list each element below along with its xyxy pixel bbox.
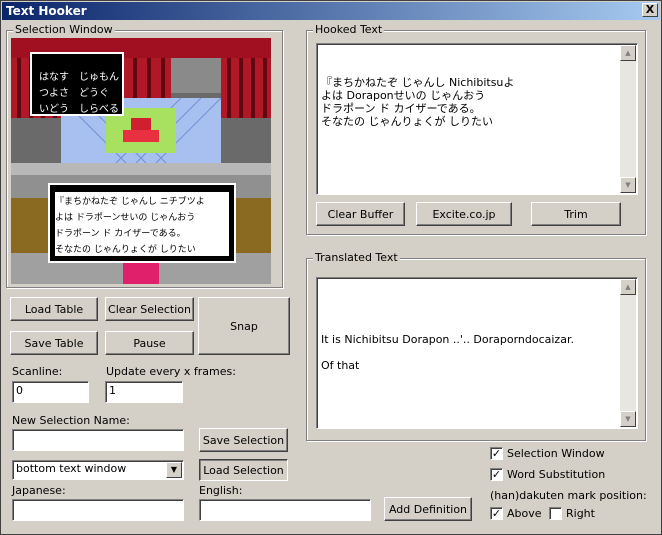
right-option-label: Right [566,507,595,520]
translated-text-scrollbar[interactable]: ▲ ▼ [620,279,636,427]
game-menu-item: どうぐ [79,88,109,99]
translated-text-content: It is Nichibitsu Dorapon ..'.. Dorapornd… [321,333,574,372]
add-definition-button[interactable]: Add Definition [384,497,472,521]
scroll-down-icon[interactable]: ▼ [620,411,636,427]
hooked-text-legend: Hooked Text [313,23,385,36]
clear-selection-button[interactable]: Clear Selection [105,297,194,321]
selection-window-option-label: Selection Window [507,447,605,460]
scroll-up-icon[interactable]: ▲ [620,45,636,61]
scanline-label: Scanline: [12,365,63,378]
scanline-input[interactable]: 0 [12,381,89,403]
game-menu-item: しらべる [79,104,119,115]
window-title: Text Hooker [6,4,87,18]
new-selection-input[interactable] [12,429,184,451]
game-dialog-line: よは ドラポーンせいの じゃんおう [55,213,196,223]
new-selection-label: New Selection Name: [12,414,130,427]
english-input[interactable] [199,499,371,521]
selection-dropdown[interactable]: bottom text window ▼ [12,460,184,480]
game-menu-item: じゅもん [79,72,119,83]
scroll-down-icon[interactable]: ▼ [620,177,636,193]
translated-text-area[interactable]: It is Nichibitsu Dorapon ..'.. Dorapornd… [316,277,638,429]
update-frames-input[interactable]: 1 [105,381,183,403]
game-menu-item: はなす [39,72,69,83]
hooked-text-area[interactable]: 『まちかねたぞ じゃんし Nichibitsuよ よは Doraponせいの じ… [316,43,638,195]
game-dialog-line: ドラポーン ド カイザーである。 [55,229,186,239]
load-table-button[interactable]: Load Table [10,297,98,321]
game-dialog: 『まちかねたぞ じゃんし ニチブツよ よは ドラポーンせいの じゃんおう ドラポ… [49,192,235,256]
update-frames-label: Update every x frames: [106,365,236,378]
hooked-text-scrollbar[interactable]: ▲ ▼ [620,45,636,193]
selection-window-legend: Selection Window [13,23,115,36]
word-substitution-option-label: Word Substitution [507,468,606,481]
title-bar: Text Hooker [2,2,660,20]
excite-button[interactable]: Excite.co.jp [416,202,512,226]
right-checkbox[interactable] [549,507,562,520]
game-preview[interactable]: はなす じゅもん つよさ どうぐ いどう しらべる 『まちかねたぞ じゃんし ニ… [11,38,271,284]
save-table-button[interactable]: Save Table [10,331,98,355]
close-button[interactable]: X [642,3,658,17]
text-hooker-window: Text Hooker X Selection Window はなす じゅもん … [0,0,662,535]
word-substitution-checkbox[interactable]: ✓ [490,468,503,481]
trim-button[interactable]: Trim [531,202,621,226]
dakuten-label: (han)dakuten mark position: [490,489,647,502]
pause-button[interactable]: Pause [105,331,194,355]
load-selection-button[interactable]: Load Selection [199,459,288,481]
japanese-input[interactable] [12,499,184,521]
game-menu-item: いどう [39,104,69,115]
hooked-text-content: 『まちかねたぞ じゃんし Nichibitsuよ よは Doraponせいの じ… [321,76,515,128]
translated-text-legend: Translated Text [313,251,400,264]
scroll-up-icon[interactable]: ▲ [620,279,636,295]
game-dialog-line: 『まちかねたぞ じゃんし ニチブツよ [55,197,205,207]
selection-dropdown-value: bottom text window [16,462,127,475]
above-checkbox[interactable]: ✓ [490,507,503,520]
chevron-down-icon[interactable]: ▼ [166,462,182,478]
game-menu-item: つよさ [39,88,69,99]
save-selection-button[interactable]: Save Selection [199,428,288,452]
above-option-label: Above [507,507,542,520]
selection-window-checkbox[interactable]: ✓ [490,447,503,460]
snap-button[interactable]: Snap [198,297,290,355]
english-label: English: [199,484,243,497]
japanese-label: Japanese: [12,484,66,497]
game-dialog-line: そなたの じゃんりょくが しりたい [55,245,196,255]
clear-buffer-button[interactable]: Clear Buffer [316,202,405,226]
